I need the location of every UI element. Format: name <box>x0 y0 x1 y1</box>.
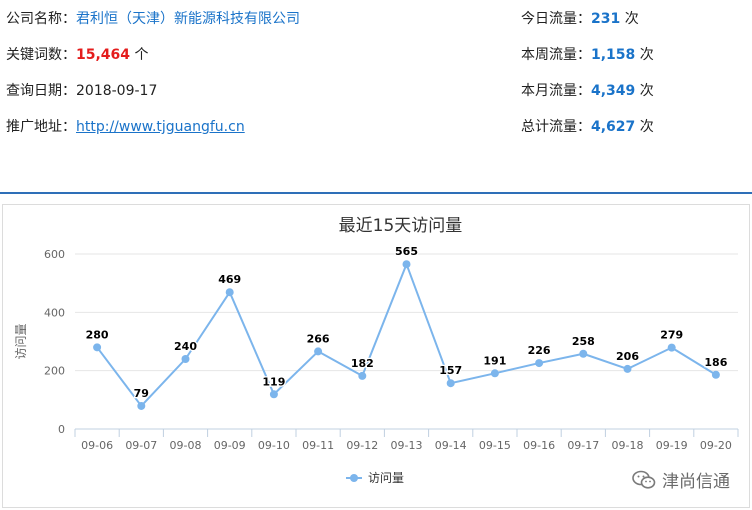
x-tick-label: 09-19 <box>656 439 688 452</box>
traffic-week-row: 本周流量：1,158 次 <box>521 46 654 64</box>
data-point <box>667 343 676 352</box>
traffic-week-value: 1,158 <box>591 47 636 63</box>
data-point <box>358 371 367 380</box>
query-date-row: 查询日期：2018-09-17 <box>6 82 157 100</box>
traffic-week-label: 本周流量： <box>521 47 591 63</box>
traffic-month-unit: 次 <box>639 83 654 99</box>
data-point <box>225 288 234 297</box>
section-divider <box>0 192 752 194</box>
promo-url-link[interactable]: http://www.tjguangfu.cn <box>76 119 245 135</box>
visits-line-chart: 最近15天访问量 0 200 400 600 访问量 09-06 09-07 09-08 09-0… <box>14 216 739 485</box>
data-label: 206 <box>616 350 639 363</box>
x-tick-label: 09-16 <box>523 439 555 452</box>
x-tick-label: 09-06 <box>81 439 113 452</box>
x-tick-label: 09-20 <box>700 439 732 452</box>
traffic-week-unit: 次 <box>639 47 654 63</box>
data-label: 79 <box>134 387 149 400</box>
data-point <box>535 359 544 368</box>
data-point <box>623 364 632 373</box>
query-date-value: 2018-09-17 <box>76 83 158 99</box>
data-label: 469 <box>218 273 241 286</box>
x-tick-label: 09-17 <box>567 439 599 452</box>
query-date-label: 查询日期： <box>6 83 76 99</box>
y-axis-label: 访问量 <box>14 323 28 359</box>
x-tick-label: 09-10 <box>258 439 290 452</box>
legend-symbol-marker <box>350 474 358 482</box>
data-label: 182 <box>351 357 374 370</box>
keywords-label: 关键词数： <box>6 47 76 63</box>
company-label: 公司名称： <box>6 11 76 27</box>
y-tick-label: 0 <box>58 423 65 436</box>
y-tick-label: 200 <box>44 365 65 378</box>
company-name-link[interactable]: 君利恒（天津）新能源科技有限公司 <box>76 11 300 27</box>
data-label: 157 <box>439 364 462 377</box>
x-tick-label: 09-07 <box>125 439 157 452</box>
data-label: 565 <box>395 245 418 258</box>
series-line <box>96 263 717 407</box>
company-row: 公司名称：君利恒（天津）新能源科技有限公司 <box>6 10 300 28</box>
data-label: 266 <box>307 332 330 345</box>
data-point <box>579 349 588 358</box>
data-point <box>314 347 323 356</box>
data-point <box>137 401 146 410</box>
data-label: 280 <box>86 328 109 341</box>
x-tick-label: 09-09 <box>214 439 246 452</box>
traffic-total-unit: 次 <box>639 119 654 135</box>
data-label: 186 <box>704 356 727 369</box>
chart-title: 最近15天访问量 <box>339 216 463 236</box>
keywords-row: 关键词数：15,464 个 <box>6 46 148 64</box>
legend-label: 访问量 <box>368 471 404 485</box>
traffic-today-label: 今日流量： <box>521 11 591 27</box>
traffic-today-unit: 次 <box>624 11 639 27</box>
chart-panel: 最近15天访问量 0 200 400 600 访问量 09-06 09-07 09-08 09-0… <box>2 204 750 508</box>
promo-row: 推广地址：http://www.tjguangfu.cn <box>6 118 245 136</box>
x-tick-label: 09-14 <box>435 439 467 452</box>
promo-label: 推广地址： <box>6 119 76 135</box>
data-label: 279 <box>660 329 683 342</box>
y-tick-label: 600 <box>44 248 65 261</box>
wechat-icon <box>632 470 656 489</box>
data-point <box>446 379 455 388</box>
traffic-total-value: 4,627 <box>591 119 636 135</box>
keywords-unit: 个 <box>134 47 149 63</box>
data-label: 258 <box>572 335 595 348</box>
watermark-text: 津尚信通 <box>662 472 730 492</box>
data-point <box>181 355 190 363</box>
x-tick-label: 09-12 <box>346 439 378 452</box>
data-point <box>490 369 499 378</box>
watermark: 津尚信通 <box>632 467 730 492</box>
x-tick-label: 09-15 <box>479 439 511 452</box>
traffic-total-row: 总计流量：4,627 次 <box>521 118 654 136</box>
keywords-count: 15,464 <box>76 47 131 63</box>
traffic-today-value: 231 <box>591 11 621 27</box>
data-label: 119 <box>262 375 285 388</box>
traffic-month-value: 4,349 <box>591 83 636 99</box>
x-tick-label: 09-13 <box>391 439 423 452</box>
data-point <box>269 390 278 399</box>
traffic-month-label: 本月流量： <box>521 83 591 99</box>
traffic-month-row: 本月流量：4,349 次 <box>521 82 654 100</box>
data-label: 226 <box>528 344 551 357</box>
data-point <box>93 343 102 352</box>
x-tick-label: 09-11 <box>302 439 334 452</box>
x-tick-label: 09-18 <box>612 439 644 452</box>
traffic-total-label: 总计流量： <box>521 119 591 135</box>
data-point <box>402 260 411 269</box>
y-tick-label: 400 <box>44 306 65 319</box>
data-label: 191 <box>483 354 506 367</box>
x-tick-label: 09-08 <box>170 439 202 452</box>
data-point <box>711 370 720 379</box>
data-label: 240 <box>174 340 197 353</box>
traffic-today-row: 今日流量：231 次 <box>521 10 639 28</box>
